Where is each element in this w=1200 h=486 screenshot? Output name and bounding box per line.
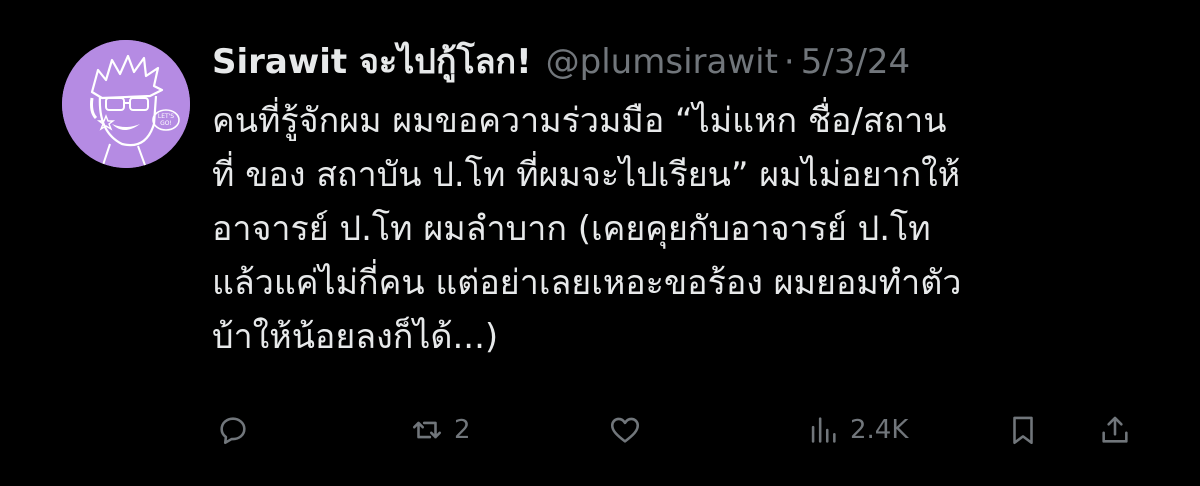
- tweet-text: คนที่รู้จักผม ผมขอความร่วมมือ “ไม่แหก ชื…: [212, 94, 1172, 364]
- tweet-text-line: คนที่รู้จักผม ผมขอความร่วมมือ “ไม่แหก ชื…: [212, 101, 947, 141]
- separator-dot: ·: [783, 42, 795, 82]
- tweet-date[interactable]: 5/3/24: [801, 36, 910, 88]
- display-name[interactable]: Sirawit จะไปกู้โลก!: [212, 36, 532, 88]
- retweet-button[interactable]: 2: [410, 404, 471, 456]
- reply-button[interactable]: [216, 404, 250, 456]
- share-icon: [1102, 416, 1128, 443]
- views-count: 2.4K: [850, 415, 909, 445]
- svg-text:LET'S: LET'S: [158, 113, 174, 120]
- retweet-count: 2: [454, 415, 471, 445]
- tweet-text-line: แล้วแค่ไม่กี่คน แต่อย่าเลยเหอะขอร้อง ผมย…: [212, 263, 962, 303]
- views-button[interactable]: 2.4K: [806, 404, 908, 456]
- avatar-illustration-icon: LET'S GO!: [62, 40, 190, 168]
- bookmark-icon: [1013, 416, 1033, 445]
- tweet-text-line: ที่ ของ สถาบัน ป.โท ที่ผมจะไปเรียน” ผมไม…: [212, 155, 961, 195]
- tweet-text-line: บ้าให้น้อยลงก็ได้...): [212, 317, 499, 357]
- views-icon: [811, 417, 836, 443]
- tweet-header: Sirawit จะไปกู้โลก! @plumsirawit · 5/3/2…: [212, 36, 910, 88]
- user-handle[interactable]: @plumsirawit: [546, 36, 778, 88]
- share-button[interactable]: [1098, 404, 1132, 456]
- tweet-text-line: อาจารย์ ป.โท ผมลำบาก (เคยคุยกับอาจารย์ ป…: [212, 209, 931, 249]
- retweet-icon: [412, 421, 442, 439]
- avatar[interactable]: LET'S GO!: [62, 40, 190, 168]
- bookmark-button[interactable]: [1006, 404, 1040, 456]
- heart-icon: [610, 417, 640, 443]
- tweet-actions: 2 2.4K: [212, 404, 1152, 456]
- svg-text:GO!: GO!: [160, 120, 172, 127]
- tweet[interactable]: LET'S GO! Sirawit จะไปกู้โลก! @plumsiraw…: [0, 0, 1200, 486]
- reply-icon: [220, 417, 246, 445]
- like-button[interactable]: [608, 404, 642, 456]
